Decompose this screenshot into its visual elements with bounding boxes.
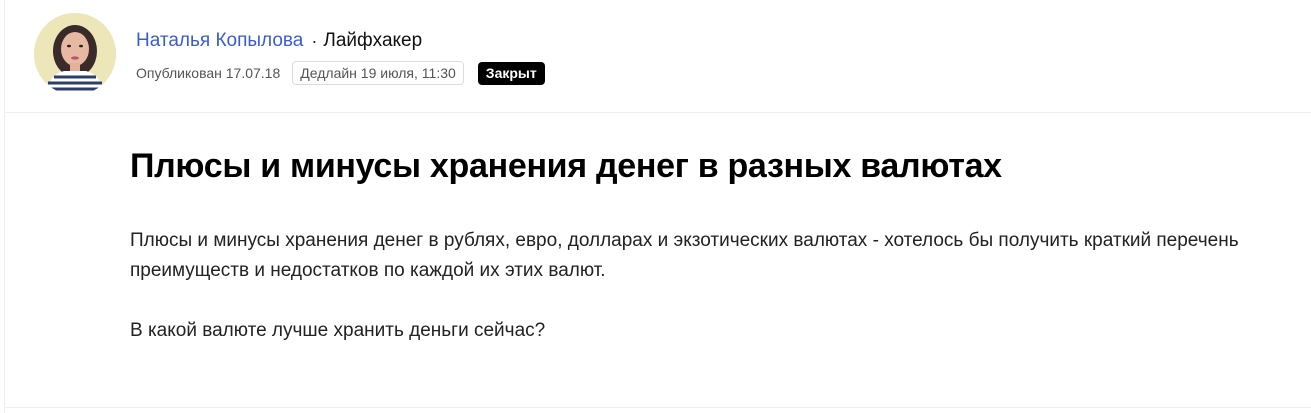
question-content: Плюсы и минусы хранения денег в разных в… xyxy=(130,140,1250,346)
question-paragraph: В какой валюте лучше хранить деньги сейч… xyxy=(130,320,546,341)
author-name-link[interactable]: Наталья Копылова xyxy=(136,30,303,52)
divider xyxy=(5,407,1311,408)
avatar[interactable] xyxy=(34,13,116,95)
author-separator: · xyxy=(311,30,318,51)
question-paragraph: Плюсы и минусы хранения денег в рублях, … xyxy=(130,230,1239,281)
question-header: Наталья Копылова · Лайфхакер Опубликован… xyxy=(5,0,1311,113)
question-body: Плюсы и минусы хранения денег в рублях, … xyxy=(130,226,1250,346)
status-badge: Закрыт xyxy=(477,61,545,85)
meta-line: Опубликован 17.07.18 Дедлайн 19 июля, 11… xyxy=(136,60,545,86)
publication-link[interactable]: Лайфхакер xyxy=(323,30,422,52)
question-title: Плюсы и минусы хранения денег в разных в… xyxy=(130,147,1002,185)
author-line: Наталья Копылова · Лайфхакер xyxy=(136,29,422,53)
avatar-photo-icon xyxy=(34,13,116,95)
deadline-badge: Дедлайн 19 июля, 11:30 xyxy=(292,61,464,85)
published-date: Опубликован 17.07.18 xyxy=(136,65,281,81)
question-card: Наталья Копылова · Лайфхакер Опубликован… xyxy=(4,0,1311,413)
